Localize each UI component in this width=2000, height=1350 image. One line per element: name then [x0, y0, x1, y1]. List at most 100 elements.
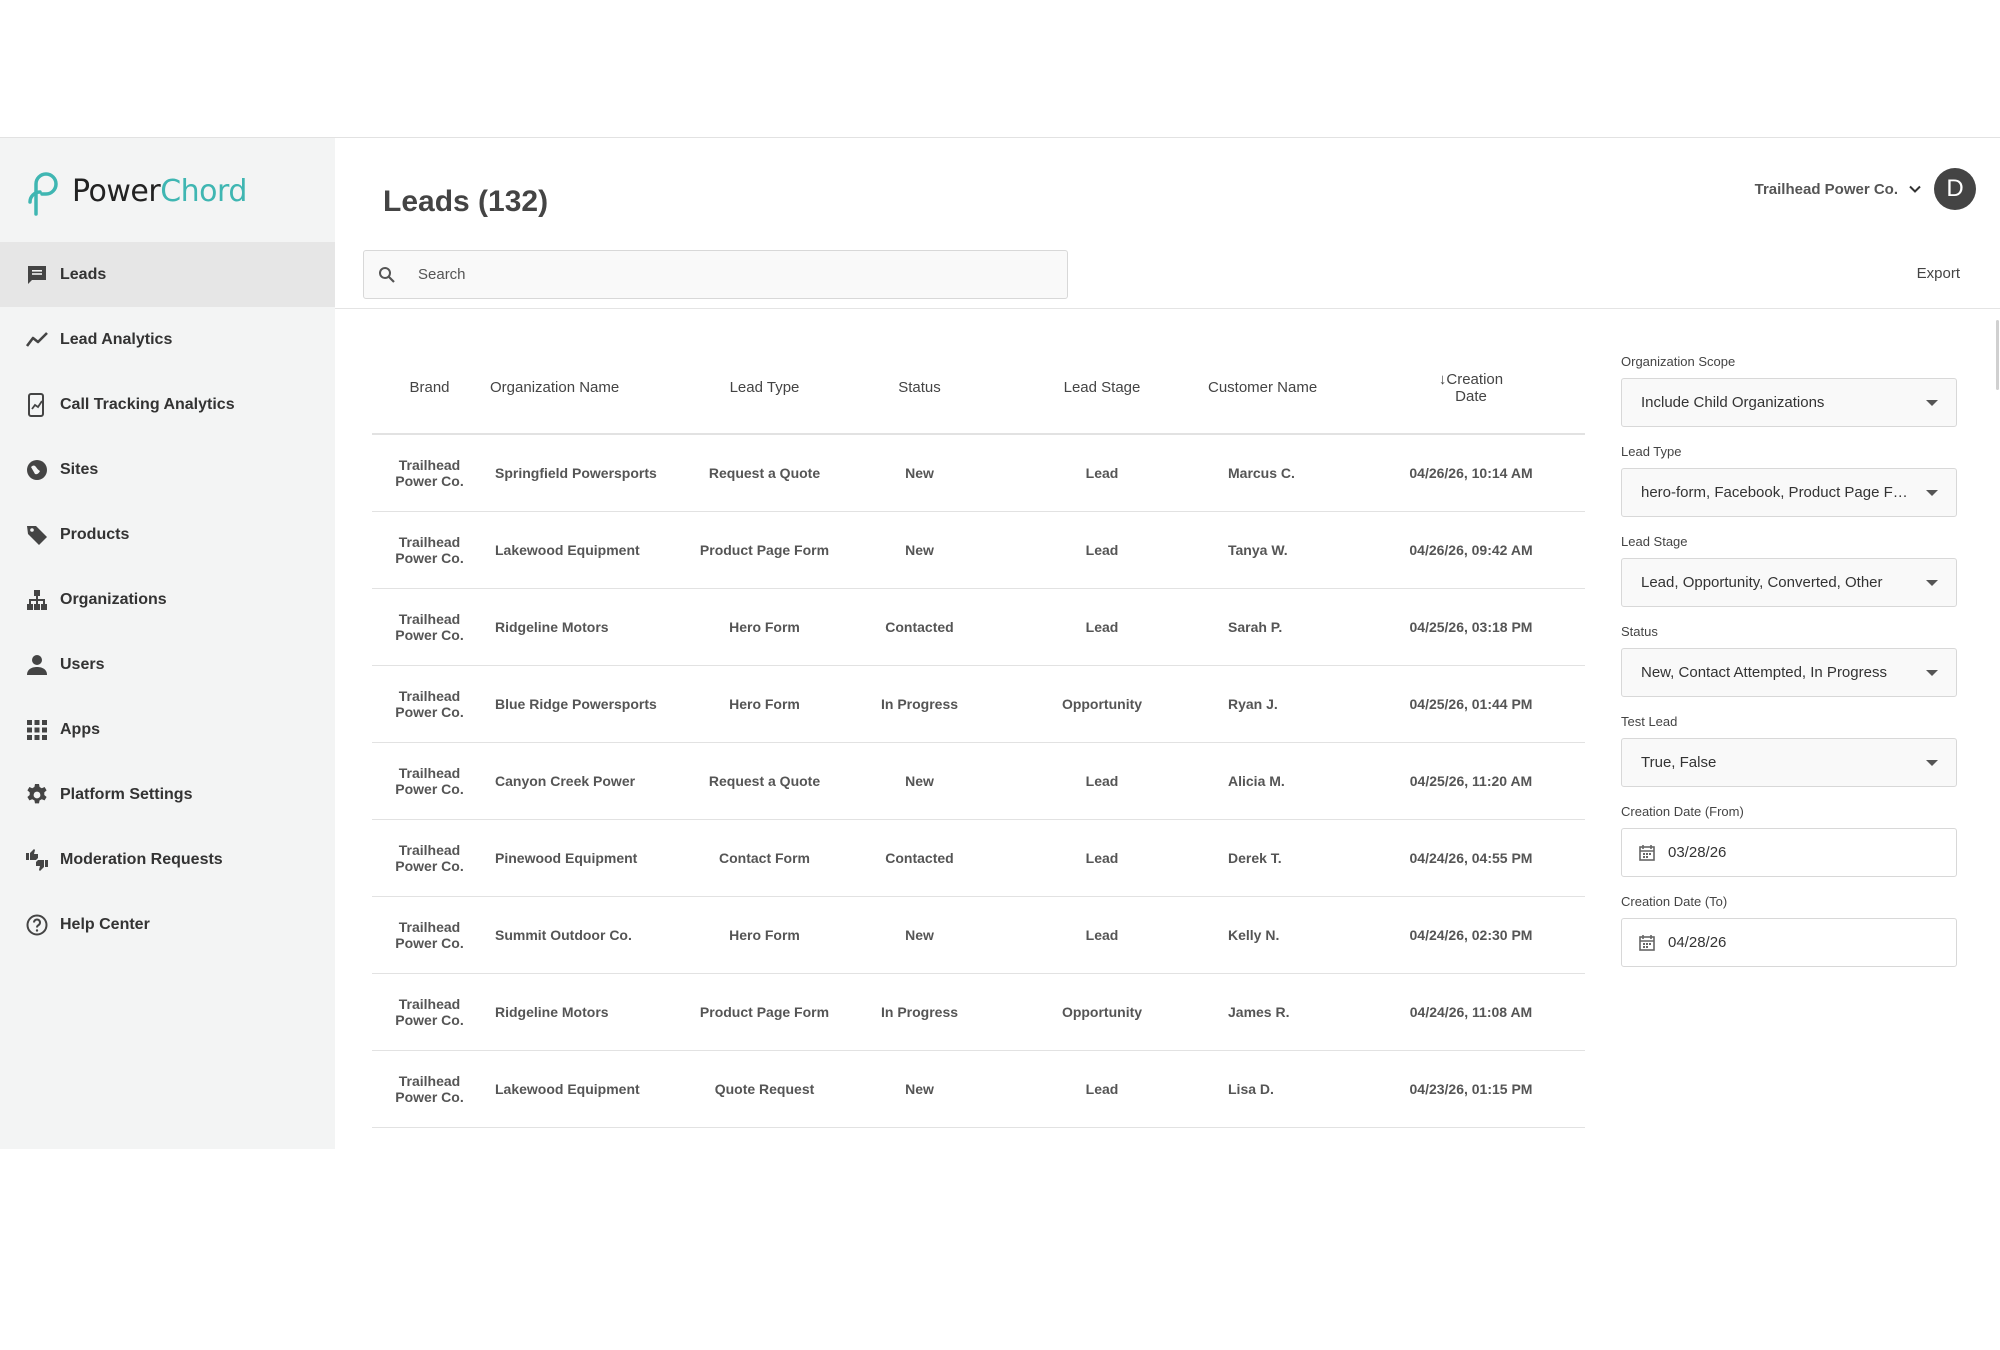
avatar[interactable]: D	[1934, 168, 1976, 210]
sidebar-item-label: Leads	[60, 265, 107, 283]
powerchord-logo[interactable]: PowerChord	[22, 166, 247, 216]
lead-stage-select[interactable]: Lead, Opportunity, Converted, Other	[1621, 558, 1957, 607]
header-divider	[335, 308, 2000, 309]
chevron-down-icon	[1909, 185, 1921, 193]
date-value: 04/28/26	[1668, 934, 1727, 951]
cell-lead-type: Hero Form	[729, 696, 800, 712]
cell-organization: Lakewood Equipment	[495, 1081, 640, 1097]
filter-lead-stage: Lead Stage Lead, Opportunity, Converted,…	[1621, 534, 1957, 624]
powerchord-logo-icon	[28, 172, 58, 216]
sidebar-item-moderation-requests[interactable]: Moderation Requests	[0, 827, 335, 892]
table-row[interactable]: Trailhead Power Co. Pinewood Equipment Co…	[372, 820, 1585, 897]
table-row[interactable]: Trailhead Power Co. Lakewood Equipment Qu…	[372, 1051, 1585, 1128]
page-title: Leads (132)	[383, 185, 549, 218]
help-icon	[24, 912, 50, 938]
cell-creation-date: 04/25/26, 03:18 PM	[1409, 619, 1533, 635]
table-row[interactable]: Trailhead Power Co. Blue Ridge Powersport…	[372, 666, 1585, 743]
sidebar-item-label: Products	[60, 525, 130, 543]
export-button[interactable]: Export	[1917, 265, 1960, 282]
table-row[interactable]: Trailhead Power Co. Lakewood Equipment Pr…	[372, 512, 1585, 589]
grid-icon	[24, 717, 50, 743]
sidebar-item-sites[interactable]: Sites	[0, 437, 335, 502]
scrollbar-thumb[interactable]	[1996, 320, 1999, 390]
cell-brand: Trailhead Power Co.	[395, 534, 464, 566]
column-header-organization[interactable]: Organization Name	[487, 379, 692, 396]
cell-creation-date: 04/26/26, 09:42 AM	[1409, 542, 1533, 558]
status-select[interactable]: New, Contact Attempted, In Progress	[1621, 648, 1957, 697]
logo-text: PowerChord	[72, 174, 247, 209]
cell-lead-type: Hero Form	[729, 927, 800, 943]
table-row[interactable]: Trailhead Power Co. Ridgeline Motors Prod…	[372, 974, 1585, 1051]
table-row[interactable]: Trailhead Power Co. Canyon Creek Power Re…	[372, 743, 1585, 820]
cell-lead-stage: Opportunity	[1061, 1004, 1143, 1020]
sidebar-item-products[interactable]: Products	[0, 502, 335, 567]
leads-table: Brand Organization Name Lead Type Status…	[372, 342, 1585, 1128]
organization-scope-select[interactable]: Include Child Organizations	[1621, 378, 1957, 427]
scrollbar[interactable]	[1994, 308, 2000, 1149]
select-value: New, Contact Attempted, In Progress	[1641, 664, 1887, 681]
cell-status: New	[905, 927, 934, 943]
sidebar-item-organizations[interactable]: Organizations	[0, 567, 335, 632]
table-row[interactable]: Trailhead Power Co. Springfield Powerspor…	[372, 435, 1585, 512]
filter-label: Creation Date (To)	[1621, 894, 1728, 909]
sidebar-nav: Leads Lead Analytics Call Tracking Analy…	[0, 242, 335, 957]
cell-customer: Derek T.	[1228, 850, 1282, 866]
column-header-lead-type[interactable]: Lead Type	[692, 379, 837, 396]
test-lead-select[interactable]: True, False	[1621, 738, 1957, 787]
sidebar-item-label: Apps	[60, 720, 100, 738]
sidebar-item-label: Users	[60, 655, 105, 673]
lead-type-select[interactable]: hero-form, Facebook, Product Page Form	[1621, 468, 1957, 517]
sidebar-item-users[interactable]: Users	[0, 632, 335, 697]
table-row[interactable]: Trailhead Power Co. Summit Outdoor Co. He…	[372, 897, 1585, 974]
column-header-lead-stage[interactable]: Lead Stage	[1002, 379, 1202, 396]
sidebar-item-platform-settings[interactable]: Platform Settings	[0, 762, 335, 827]
cell-lead-type: Request a Quote	[708, 465, 821, 481]
column-header-text: Creation	[1446, 370, 1504, 388]
thumbs-icon	[24, 847, 50, 873]
globe-icon	[24, 457, 50, 483]
sidebar-item-lead-analytics[interactable]: Lead Analytics	[0, 307, 335, 372]
filter-label: Lead Stage	[1621, 534, 1688, 549]
cell-status: Contacted	[885, 850, 954, 866]
cell-lead-stage: Lead	[1085, 850, 1119, 866]
filter-lead-type: Lead Type hero-form, Facebook, Product P…	[1621, 444, 1957, 534]
cell-customer: Lisa D.	[1228, 1081, 1274, 1097]
sidebar-item-label: Moderation Requests	[60, 850, 223, 868]
cell-customer: Marcus C.	[1228, 465, 1295, 481]
cell-organization: Ridgeline Motors	[495, 619, 609, 635]
cell-lead-stage: Opportunity	[1061, 696, 1143, 712]
table-row[interactable]: Trailhead Power Co. Ridgeline Motors Hero…	[372, 589, 1585, 666]
cell-status: In Progress	[880, 696, 959, 712]
creation-date-from-input[interactable]: 03/28/26	[1621, 828, 1957, 877]
sidebar: PowerChord Leads Lead Analytics Call Tra…	[0, 138, 335, 1149]
filter-test-lead: Test Lead True, False	[1621, 714, 1957, 804]
cell-customer: Tanya W.	[1228, 542, 1288, 558]
cell-lead-type: Product Page Form	[699, 542, 830, 558]
sidebar-item-label: Platform Settings	[60, 785, 193, 803]
cell-lead-stage: Lead	[1085, 619, 1119, 635]
cell-status: New	[905, 1081, 934, 1097]
sidebar-item-help-center[interactable]: Help Center	[0, 892, 335, 957]
sidebar-item-call-tracking[interactable]: Call Tracking Analytics	[0, 372, 335, 437]
cell-status: New	[905, 773, 934, 789]
cell-lead-type: Hero Form	[729, 619, 800, 635]
sidebar-item-leads[interactable]: Leads	[0, 242, 335, 307]
caret-down-icon	[1926, 579, 1938, 586]
column-header-status[interactable]: Status	[837, 379, 1002, 396]
cell-organization: Springfield Powersports	[495, 465, 657, 481]
account-switcher[interactable]: Trailhead Power Co. D	[1755, 168, 1976, 210]
cell-brand: Trailhead Power Co.	[395, 611, 464, 643]
column-header-brand[interactable]: Brand	[372, 379, 487, 396]
search-input[interactable]	[418, 266, 1018, 283]
column-header-customer[interactable]: Customer Name	[1202, 379, 1357, 396]
cell-status: New	[905, 465, 934, 481]
creation-date-to-input[interactable]: 04/28/26	[1621, 918, 1957, 967]
cell-organization: Pinewood Equipment	[495, 850, 638, 866]
cell-lead-stage: Lead	[1085, 773, 1119, 789]
column-header-creation-date[interactable]: ↓Creation Date	[1357, 371, 1585, 405]
caret-down-icon	[1926, 399, 1938, 406]
cell-brand: Trailhead Power Co.	[395, 919, 464, 951]
filter-label: Organization Scope	[1621, 354, 1736, 369]
cell-brand: Trailhead Power Co.	[395, 765, 464, 797]
sidebar-item-apps[interactable]: Apps	[0, 697, 335, 762]
